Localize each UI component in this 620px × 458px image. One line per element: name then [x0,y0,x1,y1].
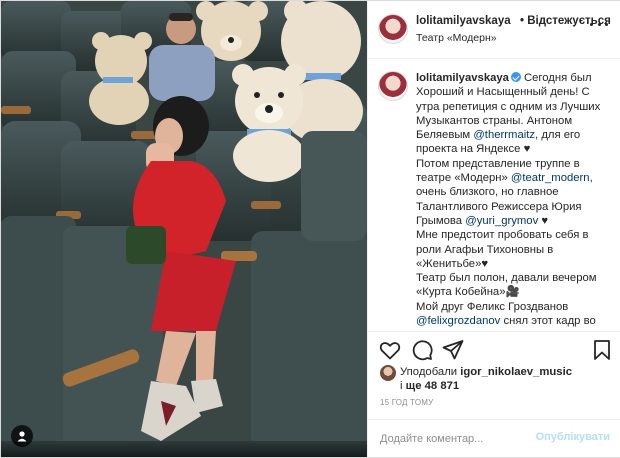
likes-count-link[interactable]: ще 48 871 [406,380,460,392]
post-dialog: lolitamilyavskaya • Відстежується Театр … [0,0,620,458]
location-link[interactable]: Театр «Модерн» [416,32,497,44]
mention-link[interactable]: @teatr_modern, [511,172,593,184]
caption-avatar[interactable] [378,71,408,101]
verified-icon [510,72,521,82]
share-icon[interactable] [441,338,465,362]
post-side-panel: lolitamilyavskaya • Відстежується Театр … [367,1,620,457]
caption-username[interactable]: lolitamilyavskaya [416,72,509,84]
more-icon[interactable] [590,19,608,29]
theater-photo-illustration [1,1,367,457]
post-comment-button[interactable]: Опублікувати [536,431,610,443]
caption-text: lolitamilyavskaya Сегодня был Хороший и Н… [416,72,601,328]
heart-icon[interactable] [378,338,402,362]
liker-username[interactable]: igor_nikolaev_music [460,366,572,378]
mention-link[interactable]: @felixgrozdanov [416,315,500,327]
comment-icon[interactable] [410,338,434,362]
mention-link[interactable]: @yuri_grymov [465,215,538,227]
post-header: lolitamilyavskaya • Відстежується Театр … [368,1,620,59]
post-photo[interactable] [1,1,367,457]
user-tag-icon[interactable] [11,425,33,447]
post-actions [368,333,620,367]
post-timestamp[interactable]: 15 ГОД ТОМУ [380,398,433,407]
caption-area: lolitamilyavskaya Сегодня был Хороший и Н… [368,59,620,332]
author-avatar[interactable] [378,14,408,44]
comment-bar: Опублікувати [368,419,620,458]
bookmark-icon[interactable] [590,338,614,362]
mention-link[interactable]: @therrmaitz, [473,129,538,141]
liker-avatar[interactable] [380,365,396,381]
header-username[interactable]: lolitamilyavskaya [416,15,511,27]
comment-input[interactable] [380,430,540,448]
